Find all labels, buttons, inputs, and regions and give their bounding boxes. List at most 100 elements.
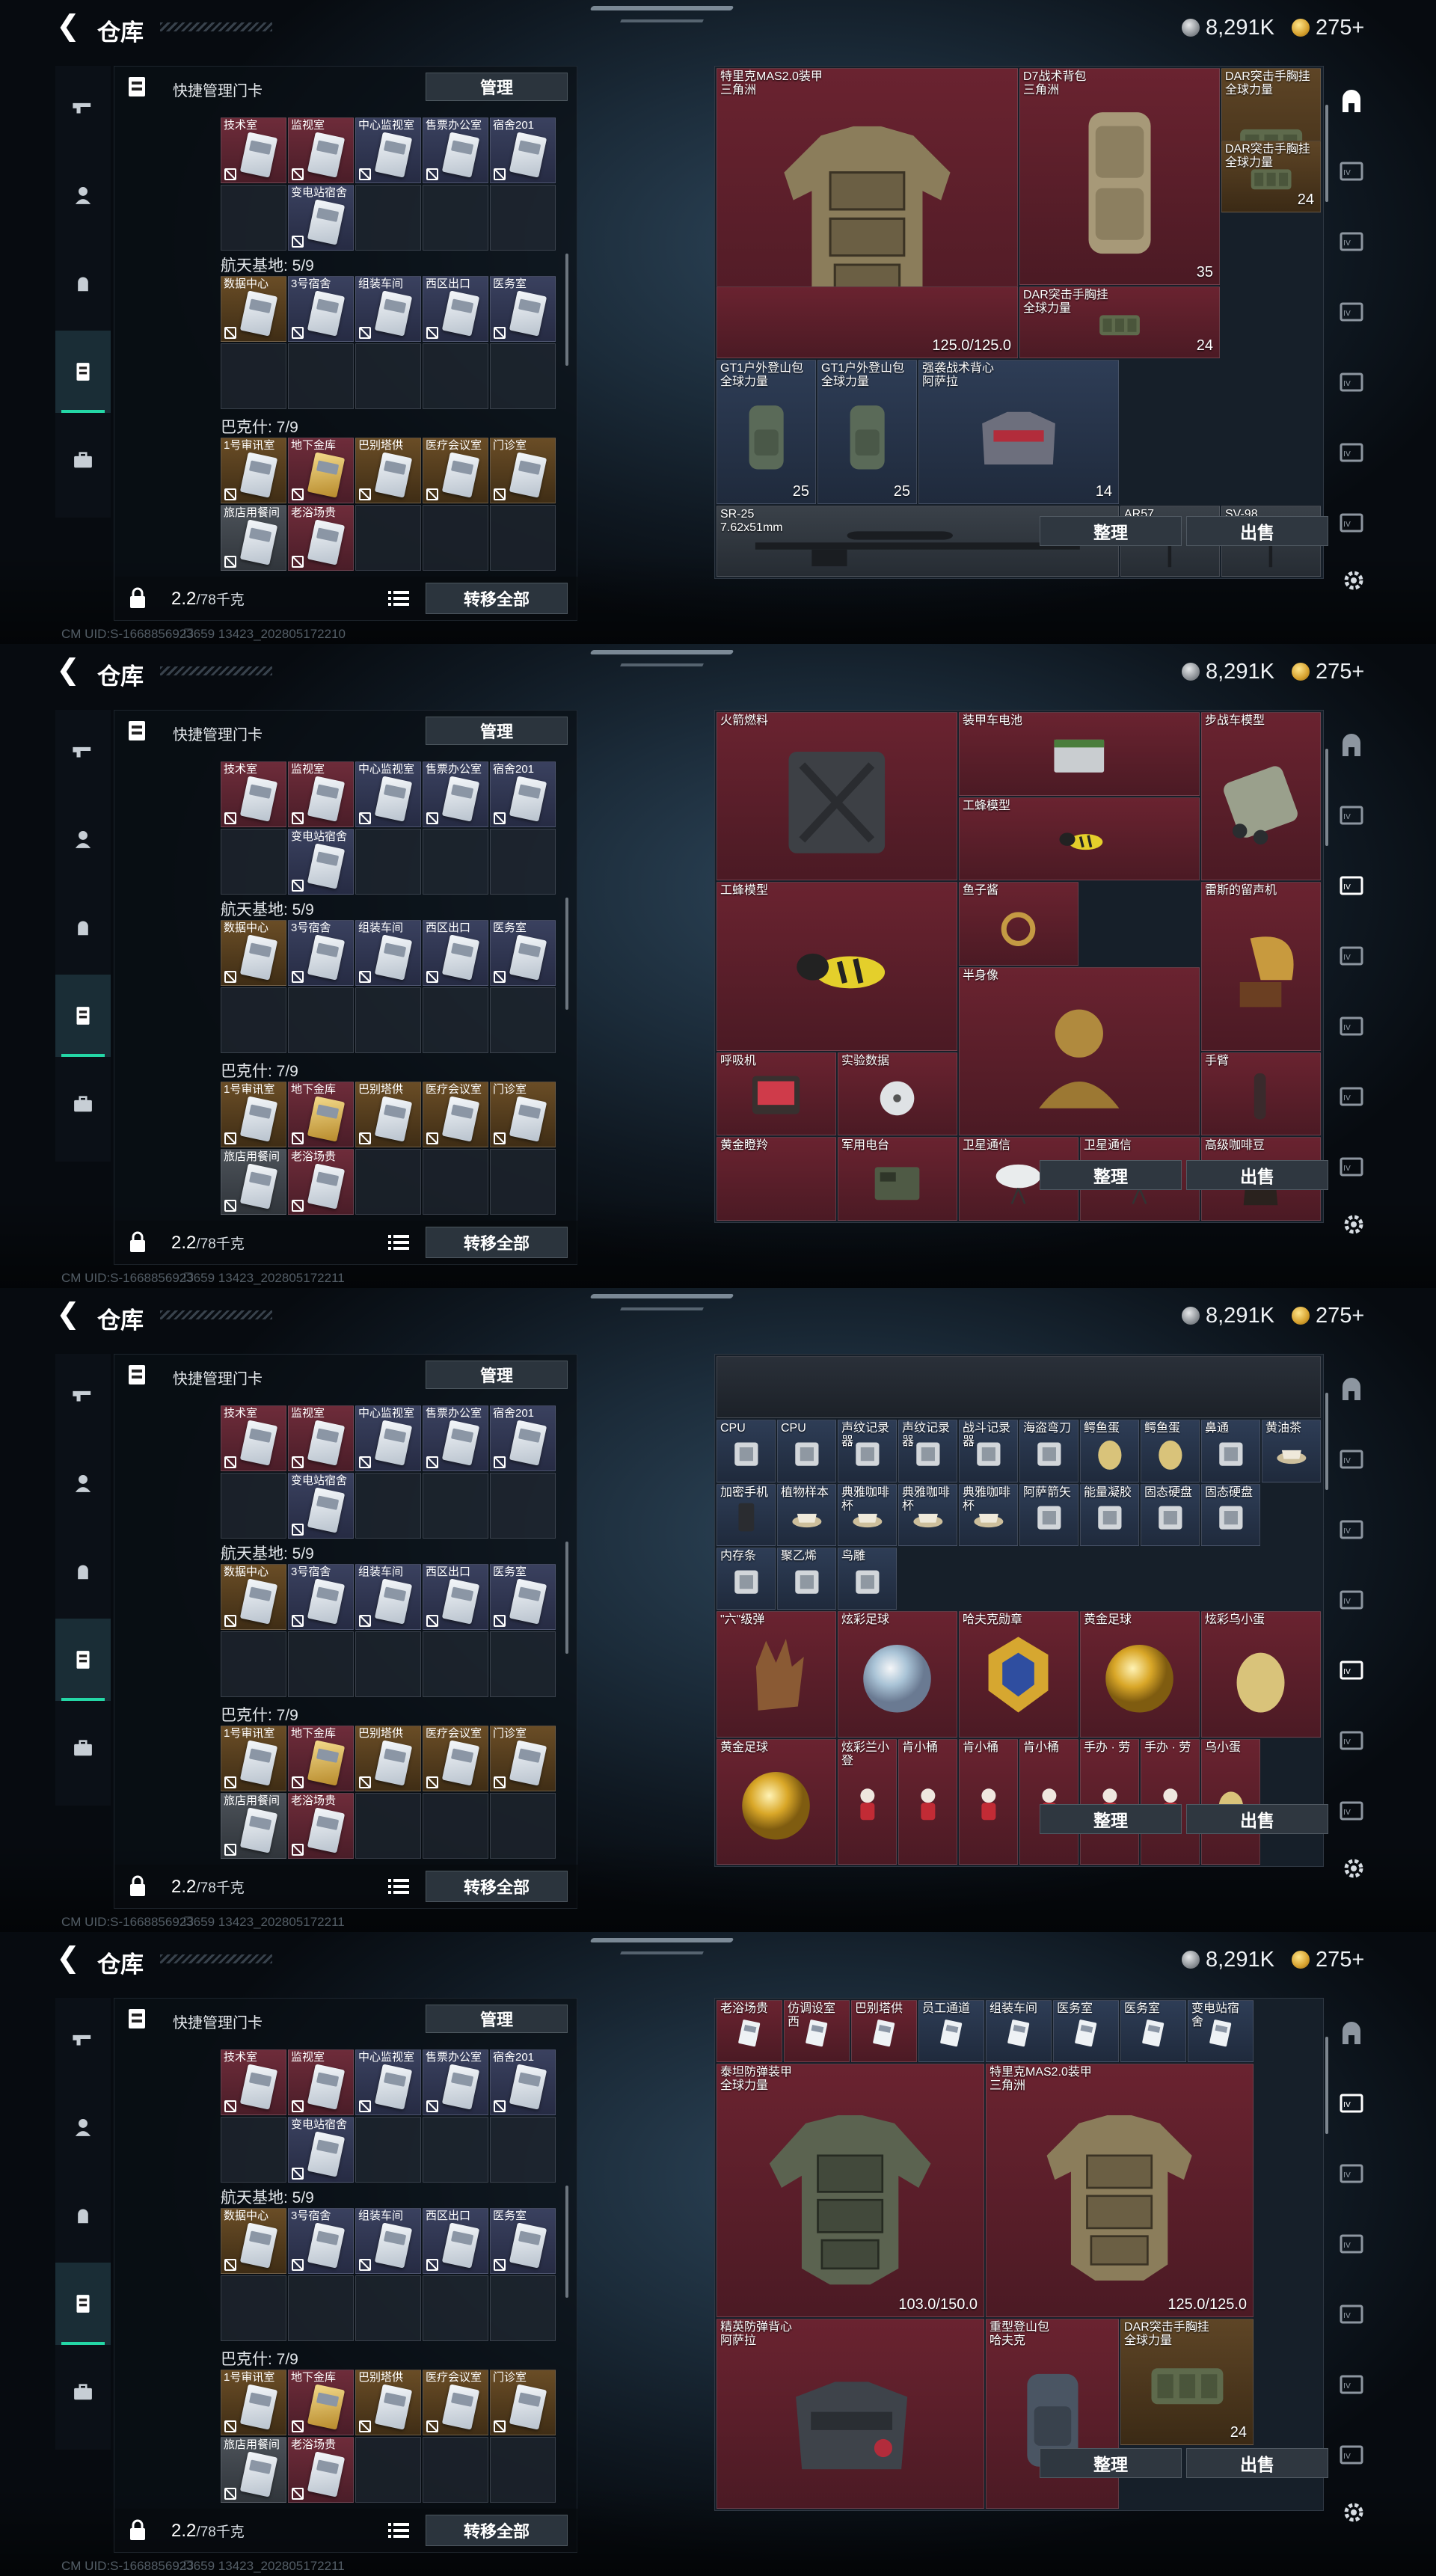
nav-armor[interactable] <box>55 1442 111 1524</box>
stash-tab[interactable]: IV <box>1330 1064 1373 1130</box>
empty-slot[interactable] <box>490 2117 556 2183</box>
keycard-slot[interactable]: 旅店用餐间 <box>221 2437 286 2503</box>
stash-item[interactable]: 重型登山包 哈夫克 <box>986 2319 1119 2509</box>
back-button[interactable]: ❮ <box>56 1944 80 1972</box>
empty-slot[interactable] <box>423 1149 488 1215</box>
stash-item[interactable]: 鸟雕 <box>838 1547 897 1610</box>
keycard-slot[interactable]: 监视室 <box>288 761 354 827</box>
keycard-slot[interactable]: 技术室 <box>221 117 286 183</box>
stash-item[interactable]: 鳄鱼蛋 <box>1141 1420 1200 1482</box>
stash-item[interactable] <box>717 1356 1321 1419</box>
keycard-slot[interactable]: 宿舍201 <box>490 2049 556 2115</box>
keycard-slot[interactable]: 宿舍201 <box>490 1405 556 1471</box>
stash-item[interactable]: GT1户外登山包 全球力量 25 <box>717 359 816 504</box>
empty-slot[interactable] <box>288 987 354 1053</box>
gear-icon[interactable] <box>1340 1211 1367 1238</box>
nav-keycard[interactable] <box>55 1619 111 1701</box>
list-icon[interactable] <box>388 589 409 608</box>
stash-tab[interactable]: IV <box>1330 280 1373 346</box>
nav-case[interactable] <box>55 2351 111 2433</box>
nav-helmet[interactable] <box>55 886 111 969</box>
stash-item[interactable]: 仿调设室西 <box>784 2000 850 2063</box>
stash-tab[interactable] <box>1330 1357 1373 1423</box>
stash-tab[interactable]: IV <box>1330 139 1373 205</box>
back-button[interactable]: ❮ <box>56 656 80 684</box>
keycard-slot[interactable]: 组装车间 <box>355 2208 421 2274</box>
stash-item[interactable]: 黄油茶 <box>1262 1420 1321 1482</box>
stash-tab[interactable]: IV <box>1330 350 1373 416</box>
stash-item[interactable]: 特里克MAS2.0装甲 三角洲 125.0/125.0 <box>986 2064 1254 2318</box>
stash-item[interactable]: 工蜂模型 <box>717 882 957 1051</box>
keycard-slot[interactable]: 售票办公室 <box>423 761 488 827</box>
empty-slot[interactable] <box>355 987 421 1053</box>
empty-slot[interactable] <box>288 343 354 409</box>
keycard-slot[interactable]: 中心监视室 <box>355 117 421 183</box>
keycard-slot[interactable]: 西区出口 <box>423 920 488 986</box>
keycard-slot[interactable]: 老浴场贵 <box>288 1149 354 1215</box>
stash-tab[interactable]: IV <box>1330 1427 1373 1493</box>
transfer-all-button[interactable]: 转移全部 <box>426 583 568 614</box>
sell-button[interactable]: 出售 <box>1186 1160 1328 1190</box>
empty-slot[interactable] <box>355 343 421 409</box>
stash-item[interactable]: 老浴场贵 <box>717 2000 782 2063</box>
keycard-slot[interactable]: 门诊室 <box>490 1726 556 1791</box>
stash-item[interactable]: 肯小桶 <box>959 1738 1018 1865</box>
keycard-slot[interactable]: 变电站宿舍 <box>288 829 354 895</box>
stash-item[interactable]: 半身像 <box>959 967 1200 1136</box>
keycard-slot[interactable]: 西区出口 <box>423 1564 488 1630</box>
keycard-slot[interactable]: 门诊室 <box>490 438 556 503</box>
keycard-slot[interactable]: 监视室 <box>288 117 354 183</box>
keycard-slot[interactable]: 技术室 <box>221 1405 286 1471</box>
stash-tab[interactable]: IV <box>1330 1779 1373 1844</box>
stash-item[interactable]: 手办 · 劳 <box>1141 1738 1200 1865</box>
keycard-slot[interactable]: 变电站宿舍 <box>288 1473 354 1539</box>
empty-slot[interactable] <box>490 2437 556 2503</box>
keycard-slot[interactable]: 老浴场贵 <box>288 1793 354 1859</box>
keycard-slot[interactable]: 3号宿舍 <box>288 276 354 342</box>
empty-slot[interactable] <box>490 1473 556 1539</box>
stash-item[interactable]: DAR突击手胸挂 全球力量 24 <box>1221 141 1321 212</box>
keycard-slot[interactable]: 门诊室 <box>490 2370 556 2435</box>
keycard-slot[interactable]: 数据中心 <box>221 276 286 342</box>
gear-icon[interactable] <box>1340 1855 1367 1882</box>
empty-slot[interactable] <box>423 1631 488 1697</box>
sort-button[interactable]: 整理 <box>1040 516 1182 546</box>
stash-item[interactable]: 工蜂模型 <box>959 797 1200 881</box>
empty-slot[interactable] <box>423 829 488 895</box>
keycard-slot[interactable] <box>221 829 286 895</box>
empty-slot[interactable] <box>423 185 488 251</box>
keycard-slot[interactable]: 医务室 <box>490 920 556 986</box>
stash-item[interactable]: 聚乙烯 <box>777 1547 836 1610</box>
sell-button[interactable]: 出售 <box>1186 1804 1328 1834</box>
keycard-slot[interactable]: 地下金库 <box>288 438 354 503</box>
stash-item[interactable]: 鳄鱼蛋 <box>1080 1420 1139 1482</box>
stash-item[interactable]: 手臂 <box>1201 1052 1321 1136</box>
empty-slot[interactable] <box>355 1631 421 1697</box>
keycard-slot[interactable]: 西区出口 <box>423 2208 488 2274</box>
stash-item[interactable]: 黄金瞪羚 <box>717 1137 836 1221</box>
stash-item[interactable]: 加密手机 <box>717 1483 776 1546</box>
nav-keycard[interactable] <box>55 331 111 413</box>
nav-helmet[interactable] <box>55 1530 111 1613</box>
stash-item[interactable]: 组装车间 <box>986 2000 1052 2063</box>
stash-item[interactable]: 固态硬盘 <box>1141 1483 1200 1546</box>
stash-tab[interactable] <box>1330 2001 1373 2067</box>
nav-weapon[interactable] <box>55 1998 111 2080</box>
empty-slot[interactable] <box>490 829 556 895</box>
keycard-slot[interactable]: 地下金库 <box>288 1082 354 1147</box>
empty-slot[interactable] <box>355 505 421 571</box>
keycard-slot[interactable]: 地下金库 <box>288 1726 354 1791</box>
stash-scrollbar[interactable] <box>1325 2037 1328 2134</box>
stash-tab[interactable]: IV <box>1330 209 1373 275</box>
keycard-slot[interactable]: 售票办公室 <box>423 1405 488 1471</box>
keycard-scrollbar[interactable] <box>565 2186 568 2298</box>
keycard-slot[interactable]: 组装车间 <box>355 276 421 342</box>
stash-item[interactable]: 鼻通 <box>1201 1420 1260 1482</box>
stash-item[interactable]: 黄金足球 <box>717 1738 836 1865</box>
keycard-slot[interactable]: 老浴场贵 <box>288 505 354 571</box>
keycard-slot[interactable]: 医务室 <box>490 276 556 342</box>
empty-slot[interactable] <box>490 1631 556 1697</box>
keycard-slot[interactable]: 监视室 <box>288 1405 354 1471</box>
stash-item[interactable]: 炫彩乌小蛋 <box>1201 1611 1321 1738</box>
keycard-slot[interactable]: 数据中心 <box>221 1564 286 1630</box>
